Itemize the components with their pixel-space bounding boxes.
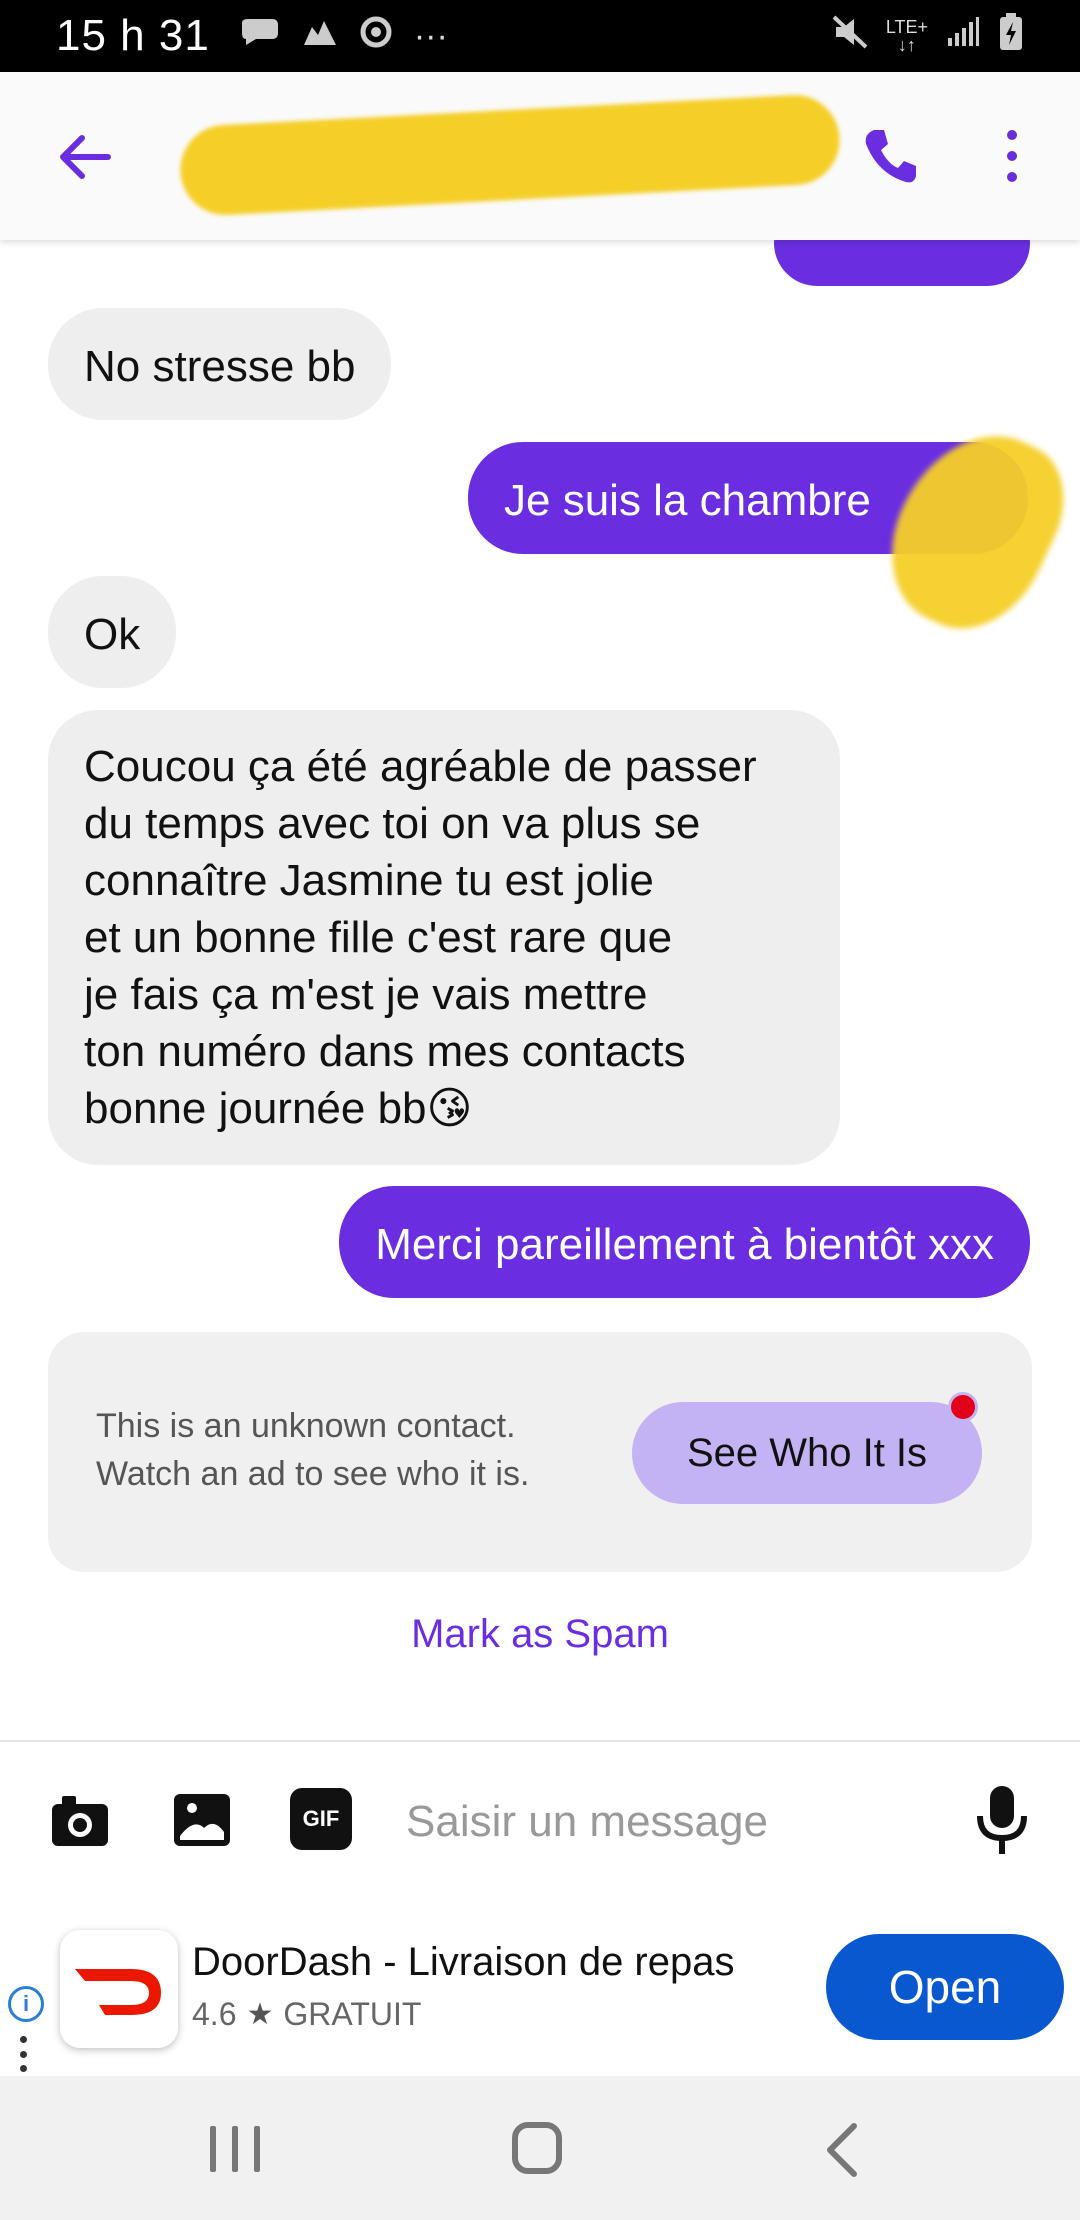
message-line: du temps avec toi on va plus se — [84, 799, 701, 848]
network-type: LTE+ — [885, 17, 928, 37]
notification-icon — [302, 17, 338, 56]
incoming-message[interactable]: Ok — [48, 576, 177, 688]
ad-info-icon[interactable]: i — [8, 1986, 44, 2022]
message-line: ton numéro dans mes contacts — [84, 1027, 686, 1076]
gif-icon: GIF — [290, 1788, 352, 1850]
ad-banner: i DoorDash - Livraison de repas 4.6 ★ GR… — [0, 1890, 1080, 2076]
ad-rating: 4.6 — [192, 1996, 237, 2032]
ad-price: GRATUIT — [283, 1996, 422, 2032]
back-button[interactable] — [50, 122, 120, 192]
unknown-contact-card: This is an unknown contact. Watch an ad … — [48, 1332, 1032, 1572]
recent-apps-icon[interactable] — [210, 2126, 260, 2172]
status-time: 15 h 31 — [56, 11, 210, 60]
unknown-contact-line: Watch an ad to see who it is. — [96, 1455, 530, 1493]
more-notifications-icon: ··· — [413, 16, 448, 55]
unknown-contact-text: This is an unknown contact. Watch an ad … — [96, 1402, 616, 1498]
conversation-header — [0, 72, 1080, 240]
status-left-icons: ··· — [238, 16, 448, 57]
more-options-button[interactable] — [990, 124, 1034, 188]
doordash-icon — [75, 1969, 161, 2015]
lte-icon: LTE+ ↓↑ — [885, 17, 928, 55]
incoming-message-long[interactable]: Coucou ça été agréable de passer du temp… — [48, 710, 840, 1165]
unknown-contact-line: This is an unknown contact. — [96, 1407, 516, 1445]
call-button[interactable] — [858, 124, 922, 188]
mark-as-spam-link[interactable]: Mark as Spam — [0, 1612, 1080, 1657]
ad-meta: 4.6 ★ GRATUIT — [192, 1996, 421, 2033]
back-icon[interactable] — [822, 2122, 862, 2178]
arrow-back-icon — [60, 135, 111, 179]
chrome-icon — [360, 16, 392, 57]
ad-title[interactable]: DoorDash - Livraison de repas — [192, 1940, 734, 1985]
more-vert-icon — [1007, 130, 1017, 140]
mic-icon — [977, 1786, 1027, 1854]
ad-more-options-button[interactable] — [20, 2036, 28, 2072]
gif-button[interactable]: GIF — [290, 1788, 354, 1852]
status-right-icons: LTE+ ↓↑ — [832, 13, 1024, 59]
status-bar: 15 h 31 ··· LTE+ ↓↑ — [0, 0, 1080, 72]
doordash-logo[interactable] — [60, 1930, 178, 2048]
message-line: Coucou ça été agréable de passer — [84, 742, 757, 791]
message-line: je fais ça m'est je vais mettre — [84, 970, 648, 1019]
notification-dot — [948, 1392, 978, 1422]
outgoing-message[interactable]: Merci pareillement à bientôt xxx — [339, 1186, 1030, 1298]
home-icon[interactable] — [512, 2122, 562, 2174]
ad-open-button[interactable]: Open — [826, 1934, 1064, 2040]
gallery-button[interactable] — [170, 1788, 234, 1852]
message-icon — [238, 17, 280, 56]
message-line: bonne journée bb😘 — [84, 1084, 473, 1133]
camera-icon — [52, 1796, 108, 1846]
message-line: connaître Jasmine tu est jolie — [84, 856, 654, 905]
incoming-message[interactable]: No stresse bb — [48, 308, 392, 420]
mute-icon — [832, 15, 868, 57]
contact-name-redacted — [178, 92, 842, 218]
system-navigation-bar — [0, 2076, 1080, 2220]
voice-input-button[interactable] — [972, 1782, 1032, 1858]
camera-button[interactable] — [48, 1788, 112, 1852]
see-who-it-is-button[interactable]: See Who It Is — [632, 1402, 982, 1504]
battery-charging-icon — [998, 13, 1024, 59]
phone-icon — [865, 130, 916, 183]
message-line: et un bonne fille c'est rare que — [84, 913, 673, 962]
message-input[interactable] — [406, 1782, 926, 1862]
gallery-icon — [174, 1794, 230, 1846]
message-composer: GIF — [0, 1742, 1080, 1890]
signal-icon — [946, 16, 980, 56]
star-icon: ★ — [246, 1998, 274, 2031]
